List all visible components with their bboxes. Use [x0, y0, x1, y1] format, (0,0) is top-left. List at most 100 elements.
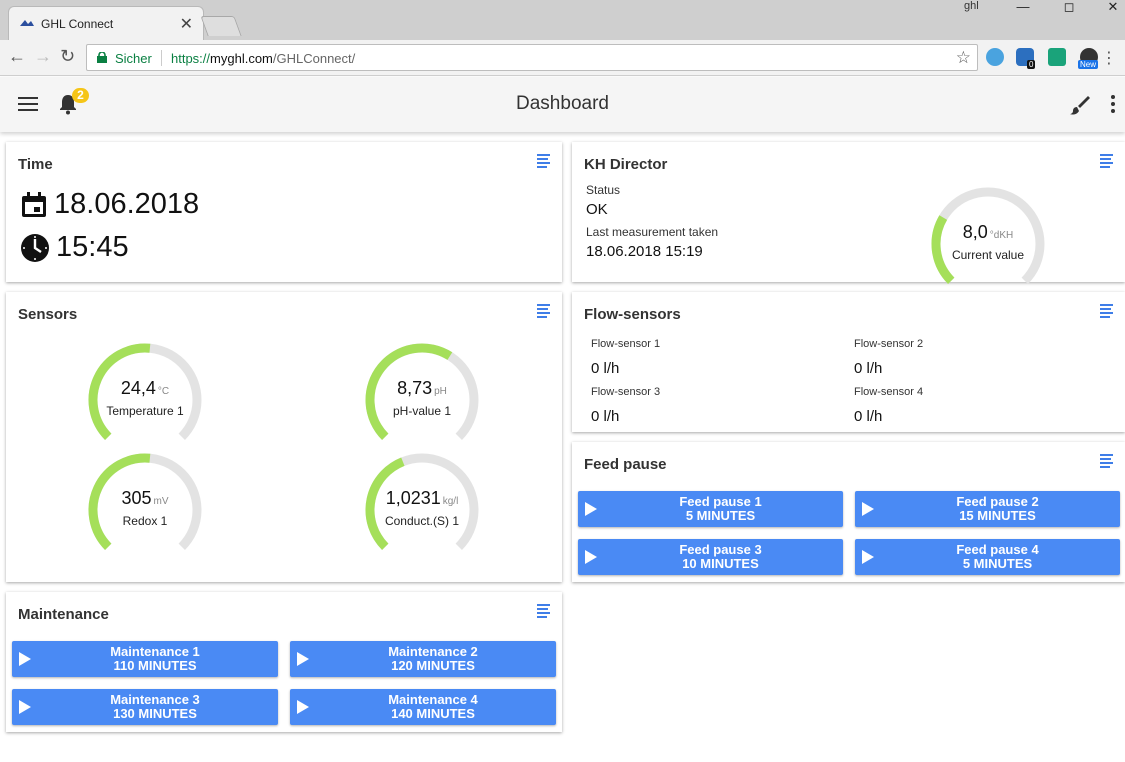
play-icon [585, 502, 597, 516]
play-icon [19, 700, 31, 714]
flow-sensor-label: Flow-sensor 3 [591, 386, 661, 398]
maintenance-3-button[interactable]: Maintenance 3 130 MINUTES [12, 689, 278, 725]
secure-label: Sicher [115, 51, 152, 66]
list-icon[interactable] [1100, 154, 1113, 168]
gauge-number: 305 [121, 488, 152, 508]
app-header: 2 Dashboard [0, 77, 1125, 132]
list-icon[interactable] [1100, 304, 1113, 318]
button-duration: 140 MINUTES [391, 706, 475, 721]
flow-sensor-label: Flow-sensor 4 [854, 386, 924, 398]
minimize-icon[interactable]: — [1000, 0, 1046, 16]
date-value: 18.06.2018 [54, 188, 200, 220]
ghl-favicon-icon [20, 20, 34, 26]
play-icon [862, 502, 874, 516]
extension-badge-count: 0 [1027, 60, 1036, 69]
play-icon [585, 550, 597, 564]
status-label: Status [586, 183, 621, 197]
gauge-unit: pH [434, 386, 447, 397]
button-name: Feed pause 2 [956, 494, 1039, 509]
gauge-value: 1,0231 kg/l [362, 488, 482, 509]
page-title: Dashboard [516, 93, 609, 114]
play-icon [297, 652, 309, 666]
gauge-number: 24,4 [120, 378, 156, 398]
feed-pause-1-button[interactable]: Feed pause 1 5 MINUTES [578, 491, 843, 527]
time-value: 15:45 [56, 231, 129, 263]
maintenance-1-button[interactable]: Maintenance 1 110 MINUTES [12, 641, 278, 677]
maintenance-card: Maintenance Maintenance 1 110 MINUTES Ma… [6, 592, 562, 732]
window-close-icon[interactable]: ✕ [1090, 0, 1125, 16]
flow-sensor-value: 0 l/h [854, 360, 883, 377]
button-duration: 5 MINUTES [685, 508, 756, 523]
more-options-icon[interactable] [1111, 95, 1117, 113]
card-title: Sensors [18, 306, 78, 323]
new-tab-button[interactable] [200, 16, 242, 36]
url-scheme: https:// [171, 51, 211, 66]
button-name: Feed pause 1 [679, 494, 762, 509]
last-measurement-label: Last measurement taken [586, 225, 719, 239]
list-icon[interactable] [537, 304, 550, 318]
button-name: Maintenance 2 [388, 644, 478, 659]
address-separator [161, 50, 162, 66]
button-duration: 110 MINUTES [113, 658, 197, 673]
maintenance-4-button[interactable]: Maintenance 4 140 MINUTES [290, 689, 556, 725]
feed-pause-2-button[interactable]: Feed pause 2 15 MINUTES [855, 491, 1120, 527]
last-measurement-value: 18.06.2018 15:19 [586, 243, 703, 260]
button-duration: 10 MINUTES [682, 556, 759, 571]
conductivity-gauge: 1,0231 kg/l Conduct.(S) 1 [362, 450, 482, 570]
card-title: KH Director [584, 156, 668, 173]
feed-pause-card: Feed pause Feed pause 1 5 MINUTES Feed p… [572, 442, 1125, 582]
clock-row: 15:45 [20, 231, 129, 264]
redox-gauge: 305 mV Redox 1 [85, 450, 205, 570]
play-icon [862, 550, 874, 564]
kh-gauge: 8,0 °dKH Current value [928, 184, 1048, 304]
flow-sensor-value: 0 l/h [591, 408, 620, 425]
temperature-gauge: 24,4 °C Temperature 1 [85, 340, 205, 460]
back-arrow-icon[interactable]: ← [8, 46, 26, 67]
card-title: Maintenance [18, 606, 109, 623]
list-icon[interactable] [1100, 454, 1113, 468]
browser-tab[interactable]: GHL Connect ✕ [8, 6, 204, 40]
browser-user-name[interactable]: ghl [964, 0, 979, 12]
card-title: Feed pause [584, 456, 667, 473]
flow-sensors-card: Flow-sensors Flow-sensor 1 0 l/h Flow-se… [572, 292, 1125, 432]
list-icon[interactable] [537, 154, 550, 168]
lock-icon [97, 52, 107, 63]
extension-icon-blue[interactable] [986, 48, 1004, 66]
gauge-label: Temperature 1 [106, 404, 184, 418]
gauge-number: 8,73 [397, 378, 433, 398]
card-title: Flow-sensors [584, 306, 681, 323]
feed-pause-4-button[interactable]: Feed pause 4 5 MINUTES [855, 539, 1120, 575]
reload-icon[interactable]: ↻ [60, 46, 75, 67]
maintenance-2-button[interactable]: Maintenance 2 120 MINUTES [290, 641, 556, 677]
gauge-value: 8,0 °dKH [928, 222, 1048, 243]
button-name: Feed pause 4 [956, 542, 1039, 557]
tab-title: GHL Connect [41, 17, 114, 31]
gauge-value: 24,4 °C [85, 378, 205, 399]
list-icon[interactable] [537, 604, 550, 618]
gauge-label: pH-value 1 [392, 404, 452, 418]
kh-director-card: KH Director Status OK Last measurement t… [572, 142, 1125, 284]
paint-brush-icon[interactable] [1068, 94, 1090, 116]
bookmark-star-icon[interactable]: ☆ [956, 48, 971, 68]
url-text[interactable]: https://myghl.com/GHLConnect/ [171, 51, 355, 66]
maximize-icon[interactable]: ◻ [1046, 0, 1092, 16]
gauge-value: 305 mV [85, 488, 205, 509]
ph-gauge: 8,73 pH pH-value 1 [362, 340, 482, 460]
extension-new-badge: New [1078, 60, 1099, 69]
feed-pause-3-button[interactable]: Feed pause 3 10 MINUTES [578, 539, 843, 575]
button-duration: 120 MINUTES [391, 658, 475, 673]
clock-icon [21, 233, 49, 262]
button-duration: 15 MINUTES [959, 508, 1036, 523]
gauge-label: Current value [951, 248, 1025, 262]
flow-sensor-value: 0 l/h [591, 360, 620, 377]
mail-extension-icon[interactable] [1048, 48, 1066, 66]
gauge-number: 1,0231 [385, 488, 441, 508]
address-bar[interactable]: Sicher https://myghl.com/GHLConnect/ ☆ [86, 44, 978, 71]
button-duration: 130 MINUTES [113, 706, 197, 721]
forward-arrow-icon[interactable]: → [34, 46, 52, 67]
play-icon [19, 652, 31, 666]
button-duration: 5 MINUTES [962, 556, 1033, 571]
browser-menu-icon[interactable]: ⋮ [1101, 48, 1117, 68]
tab-close-icon[interactable]: ✕ [180, 14, 193, 34]
sensors-card: Sensors 24,4 °C Temperature 1 8,73 pH pH-v… [6, 292, 562, 582]
